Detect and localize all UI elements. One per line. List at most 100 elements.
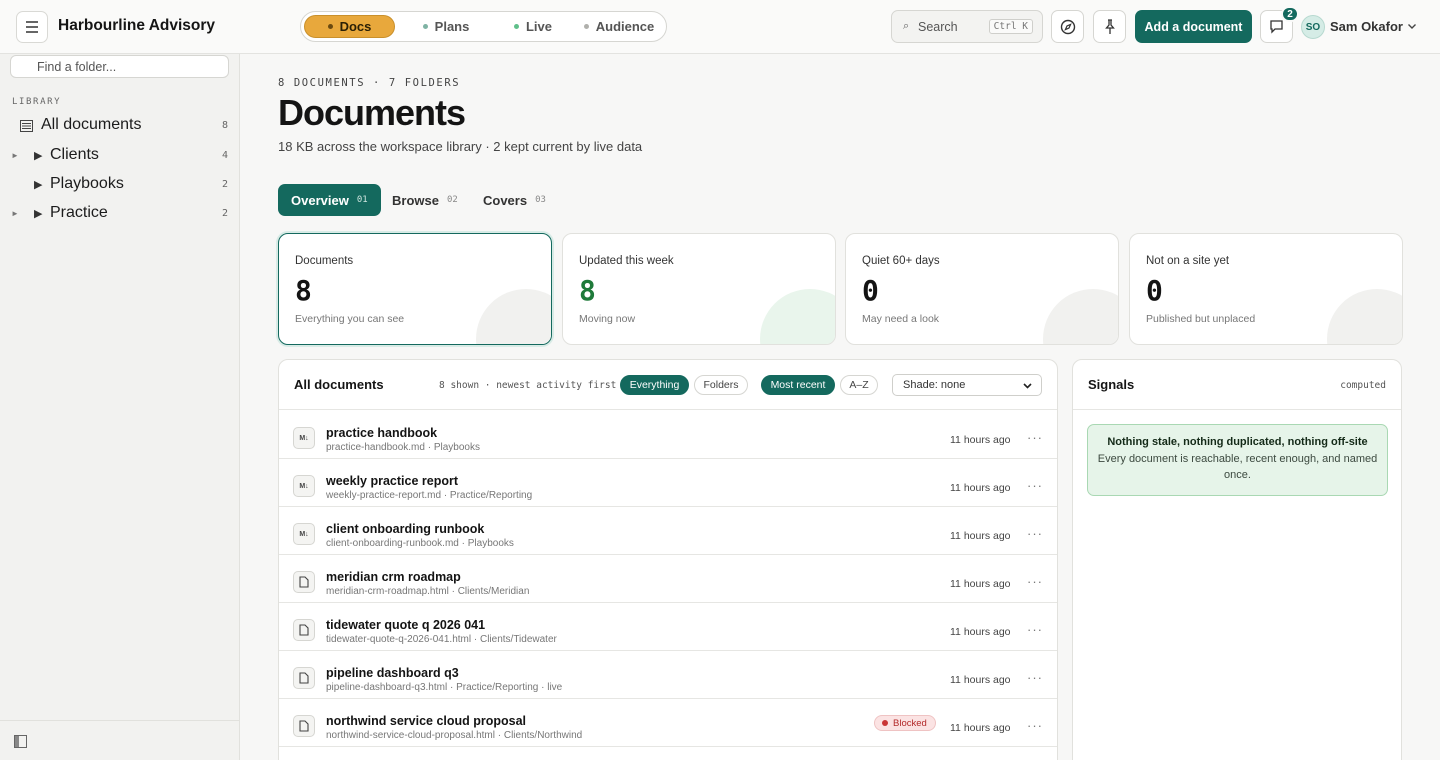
folder-search-input[interactable]: Find a folder... [10, 55, 229, 78]
search-placeholder: Search [918, 20, 958, 34]
doc-time: 11 hours ago [950, 434, 1011, 446]
table-row[interactable]: pipeline dashboard q3 pipeline-dashboard… [279, 651, 1057, 699]
compass-button[interactable] [1051, 10, 1084, 43]
doc-title[interactable]: tidewater quote q 2026 041 [326, 618, 485, 632]
library-label: LIBRARY [12, 97, 62, 107]
stat-card-documents[interactable]: Documents 8 Everything you can see [278, 233, 552, 345]
stat-card-unplaced[interactable]: Not on a site yet 0 Published but unplac… [1129, 233, 1403, 345]
tab-overview[interactable]: Overview 01 [278, 184, 381, 216]
stat-card-quiet[interactable]: Quiet 60+ days 0 May need a look [845, 233, 1119, 345]
more-icon[interactable]: ··· [1027, 670, 1043, 685]
sort-a-z[interactable]: A–Z [840, 375, 878, 395]
notification-badge: 2 [1281, 6, 1299, 22]
tab-covers[interactable]: Covers 03 [483, 184, 546, 216]
more-icon[interactable]: ··· [1027, 478, 1043, 493]
page-eyebrow: 8 DOCUMENTS · 7 FOLDERS [278, 77, 461, 89]
more-icon[interactable]: ··· [1027, 526, 1043, 541]
table-row[interactable]: meridian crm roadmap meridian-crm-roadma… [279, 555, 1057, 603]
mode-docs[interactable]: Docs [304, 15, 395, 38]
search-icon: ⌕ [903, 20, 910, 32]
expand-toggle-icon[interactable]: ► [11, 209, 19, 218]
all-clear-notice: Nothing stale, nothing duplicated, nothi… [1087, 424, 1388, 496]
avatar[interactable]: SO [1301, 15, 1325, 39]
menu-button[interactable] [16, 11, 48, 43]
list-icon [20, 120, 33, 132]
doc-time: 11 hours ago [950, 722, 1011, 734]
shown-count: 8 shown · newest activity first [439, 380, 617, 391]
decorative-circle [1327, 289, 1402, 344]
caret-right-icon: ▶ [34, 208, 43, 220]
decorative-circle [476, 289, 551, 344]
stat-note: Published but unplaced [1146, 313, 1256, 325]
pin-button[interactable] [1093, 10, 1126, 43]
file-icon [293, 667, 315, 689]
doc-path: practice-handbook.md · Playbooks [326, 442, 480, 453]
doc-path: meridian-crm-roadmap.html · Clients/Meri… [326, 586, 530, 597]
doc-title[interactable]: northwind service cloud proposal [326, 714, 526, 728]
mode-audience[interactable]: Audience [575, 15, 663, 38]
doc-title[interactable]: weekly practice report [326, 474, 458, 488]
sidebar-item-label: All documents [41, 116, 142, 133]
mode-dot-icon [513, 24, 519, 29]
doc-path: tidewater-quote-q-2026-041.html · Client… [326, 634, 557, 645]
table-row[interactable]: tidewater quote q 2026 041 tidewater-quo… [279, 603, 1057, 651]
mode-plans[interactable]: Plans [401, 15, 491, 38]
sidebar-item-label: Practice [50, 204, 108, 221]
doc-title[interactable]: client onboarding runbook [326, 522, 484, 536]
mode-live[interactable]: Live [493, 15, 573, 38]
expand-toggle-icon[interactable]: ► [11, 151, 19, 160]
table-row[interactable]: M↓ client onboarding runbook client-onbo… [279, 507, 1057, 555]
documents-panel: All documents 8 shown · newest activity … [278, 359, 1058, 760]
mode-dot-icon [327, 24, 333, 29]
stat-label: Not on a site yet [1146, 255, 1230, 267]
doc-title[interactable]: meridian crm roadmap [326, 570, 461, 584]
stat-value: 0 [862, 274, 879, 307]
table-row[interactable]: M↓ practice handbook practice-handbook.m… [279, 411, 1057, 459]
search-shortcut: Ctrl K [988, 19, 1033, 34]
top-bar: Harbourline Advisory Docs Plans Live Aud… [0, 0, 1440, 54]
markdown-file-icon: M↓ [293, 523, 315, 545]
sidebar-footer [0, 720, 239, 760]
panel-title: All documents [294, 377, 384, 392]
page-subtitle: 18 KB across the workspace library · 2 k… [278, 139, 643, 154]
chat-icon [1270, 20, 1283, 34]
shade-select[interactable]: Shade: none [892, 374, 1042, 396]
sidebar-item-count: 2 [221, 208, 228, 219]
doc-title[interactable]: pipeline dashboard q3 [326, 666, 459, 680]
stat-card-updated[interactable]: Updated this week 8 Moving now [562, 233, 836, 345]
file-icon [293, 571, 315, 593]
sidebar-item-label: Playbooks [50, 175, 124, 192]
search-box[interactable]: ⌕ Search Ctrl K [891, 10, 1043, 43]
more-icon[interactable]: ··· [1027, 622, 1043, 637]
sidebar-item-all-documents[interactable]: All documents 8 [0, 112, 240, 138]
chevron-down-icon[interactable] [1406, 20, 1418, 32]
notice-body: Every document is reachable, recent enou… [1097, 453, 1378, 481]
filter-everything[interactable]: Everything [620, 375, 689, 395]
more-icon[interactable]: ··· [1027, 574, 1043, 589]
sidebar-toggle-icon[interactable] [14, 735, 27, 748]
doc-path: pipeline-dashboard-q3.html · Practice/Re… [326, 682, 563, 693]
table-row[interactable]: northwind service cloud proposal northwi… [279, 699, 1057, 747]
brand-name: Harbourline Advisory [58, 17, 216, 34]
add-document-button[interactable]: Add a document [1135, 10, 1252, 43]
table-row[interactable]: M↓ weekly practice report weekly-practic… [279, 459, 1057, 507]
filter-folders[interactable]: Folders [694, 375, 748, 395]
sidebar-item-playbooks[interactable]: ▶ Playbooks 2 [0, 171, 240, 197]
sidebar-item-clients[interactable]: ► ▶ Clients 4 [0, 142, 240, 168]
doc-time: 11 hours ago [950, 578, 1011, 590]
stat-note: Moving now [579, 313, 636, 325]
stat-value: 8 [295, 274, 312, 307]
stat-value: 8 [579, 274, 596, 307]
mode-switcher: Docs Plans Live Audience [300, 11, 667, 42]
sort-most-recent[interactable]: Most recent [761, 375, 835, 395]
doc-title[interactable]: practice handbook [326, 426, 437, 440]
notice-title: Nothing stale, nothing duplicated, nothi… [1107, 436, 1368, 448]
sidebar-item-count: 8 [221, 120, 228, 131]
decorative-circle [1043, 289, 1118, 344]
sidebar-item-count: 2 [221, 179, 228, 190]
more-icon[interactable]: ··· [1027, 430, 1043, 445]
tab-browse[interactable]: Browse 02 [392, 184, 458, 216]
user-name[interactable]: Sam Okafor [1330, 19, 1403, 34]
sidebar-item-practice[interactable]: ► ▶ Practice 2 [0, 200, 240, 226]
more-icon[interactable]: ··· [1027, 718, 1043, 733]
